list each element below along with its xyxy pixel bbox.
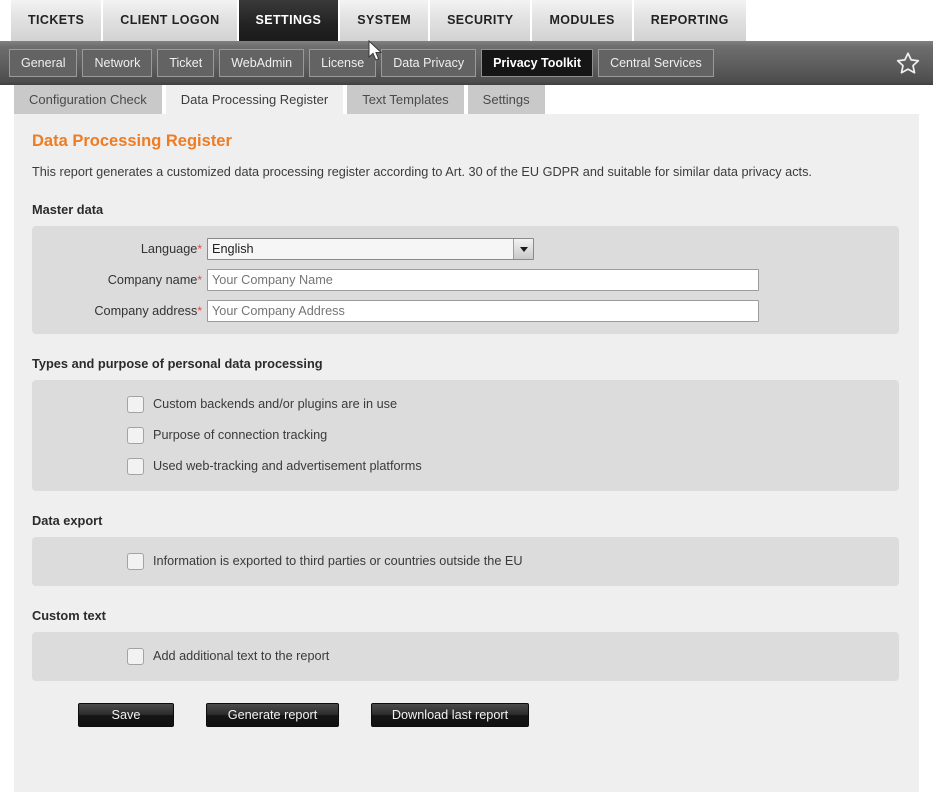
section-heading-types-purpose: Types and purpose of personal data proce…: [32, 356, 323, 371]
required-marker: *: [197, 273, 202, 287]
tab-configuration-check[interactable]: Configuration Check: [14, 85, 162, 114]
main-navigation: TICKETS CLIENT LOGON SETTINGS SYSTEM SEC…: [0, 0, 933, 41]
sub-tab-general[interactable]: General: [9, 49, 78, 77]
types-purpose-group: Custom backends and/or plugins are in us…: [32, 380, 899, 491]
required-marker: *: [197, 304, 202, 318]
section-heading-custom-text: Custom text: [32, 608, 106, 623]
main-tab-client-logon[interactable]: CLIENT LOGON: [103, 0, 239, 41]
button-bar: Save Generate report Download last repor…: [78, 703, 919, 727]
inner-tab-strip: Configuration Check Data Processing Regi…: [0, 85, 933, 114]
save-button[interactable]: Save: [78, 703, 174, 727]
label-company-name-text: Company name: [107, 273, 198, 287]
sub-tab-ticket[interactable]: Ticket: [157, 49, 215, 77]
checkbox-label-connection-tracking[interactable]: Purpose of connection tracking: [153, 428, 327, 442]
section-heading-data-export: Data export: [32, 513, 103, 528]
checkbox-custom-backends[interactable]: [127, 395, 144, 413]
checkbox-web-tracking[interactable]: [127, 457, 144, 475]
label-language-text: Language: [140, 242, 198, 256]
section-heading-master-data: Master data: [32, 202, 104, 217]
checkbox-label-custom-backends[interactable]: Custom backends and/or plugins are in us…: [153, 397, 397, 411]
language-select-wrap: English: [207, 238, 534, 260]
checkbox-label-web-tracking[interactable]: Used web-tracking and advertisement plat…: [153, 459, 422, 473]
checkbox-third-party-export[interactable]: [127, 552, 144, 570]
form-row-language: Language* English: [32, 238, 899, 260]
main-tab-system[interactable]: SYSTEM: [340, 0, 431, 41]
main-tab-tickets[interactable]: TICKETS: [11, 0, 104, 41]
checkbox-row-additional-text: Add additional text to the report: [32, 646, 899, 666]
label-language: Language*: [32, 242, 207, 256]
checkbox-connection-tracking[interactable]: [127, 426, 144, 444]
sub-tab-webadmin[interactable]: WebAdmin: [219, 49, 305, 77]
tab-text-templates[interactable]: Text Templates: [347, 85, 464, 114]
main-tab-reporting[interactable]: REPORTING: [633, 0, 748, 41]
data-export-group: Information is exported to third parties…: [32, 537, 899, 586]
sub-tab-network[interactable]: Network: [82, 49, 153, 77]
tab-data-processing-register[interactable]: Data Processing Register: [165, 85, 344, 114]
sub-tab-central-services[interactable]: Central Services: [598, 49, 714, 77]
company-name-input[interactable]: [207, 269, 759, 291]
main-tab-security[interactable]: SECURITY: [430, 0, 533, 41]
company-address-input[interactable]: [207, 300, 759, 322]
checkbox-row-web-tracking: Used web-tracking and advertisement plat…: [32, 456, 899, 476]
master-data-group: Language* English Company name* Company …: [32, 226, 899, 334]
custom-text-group: Add additional text to the report: [32, 632, 899, 681]
page-body: Configuration Check Data Processing Regi…: [0, 85, 933, 792]
page-description: This report generates a customized data …: [32, 165, 812, 179]
checkbox-row-custom-backends: Custom backends and/or plugins are in us…: [32, 394, 899, 414]
download-last-report-button[interactable]: Download last report: [371, 703, 529, 727]
checkbox-label-additional-text[interactable]: Add additional text to the report: [153, 649, 329, 663]
label-company-address: Company address*: [32, 304, 207, 318]
form-row-company-address: Company address*: [32, 300, 899, 322]
label-company-name: Company name*: [32, 273, 207, 287]
language-select[interactable]: English: [207, 238, 534, 260]
checkbox-additional-text[interactable]: [127, 647, 144, 665]
main-tab-settings[interactable]: SETTINGS: [238, 0, 341, 41]
content-panel: Data Processing Register This report gen…: [14, 114, 919, 792]
form-row-company-name: Company name*: [32, 269, 899, 291]
generate-report-button[interactable]: Generate report: [206, 703, 339, 727]
checkbox-row-connection-tracking: Purpose of connection tracking: [32, 425, 899, 445]
checkbox-label-third-party-export[interactable]: Information is exported to third parties…: [153, 554, 523, 568]
label-company-address-text: Company address: [94, 304, 198, 318]
checkbox-row-third-party-export: Information is exported to third parties…: [32, 551, 899, 571]
main-tab-modules[interactable]: MODULES: [532, 0, 634, 41]
tab-settings[interactable]: Settings: [467, 85, 545, 114]
sub-tab-data-privacy[interactable]: Data Privacy: [381, 49, 477, 77]
star-outline-icon[interactable]: [895, 50, 921, 76]
page-title: Data Processing Register: [32, 132, 232, 150]
sub-tab-privacy-toolkit[interactable]: Privacy Toolkit: [481, 49, 594, 77]
sub-navigation: General Network Ticket WebAdmin License …: [0, 41, 933, 85]
sub-tab-license[interactable]: License: [309, 49, 377, 77]
required-marker: *: [197, 242, 202, 256]
